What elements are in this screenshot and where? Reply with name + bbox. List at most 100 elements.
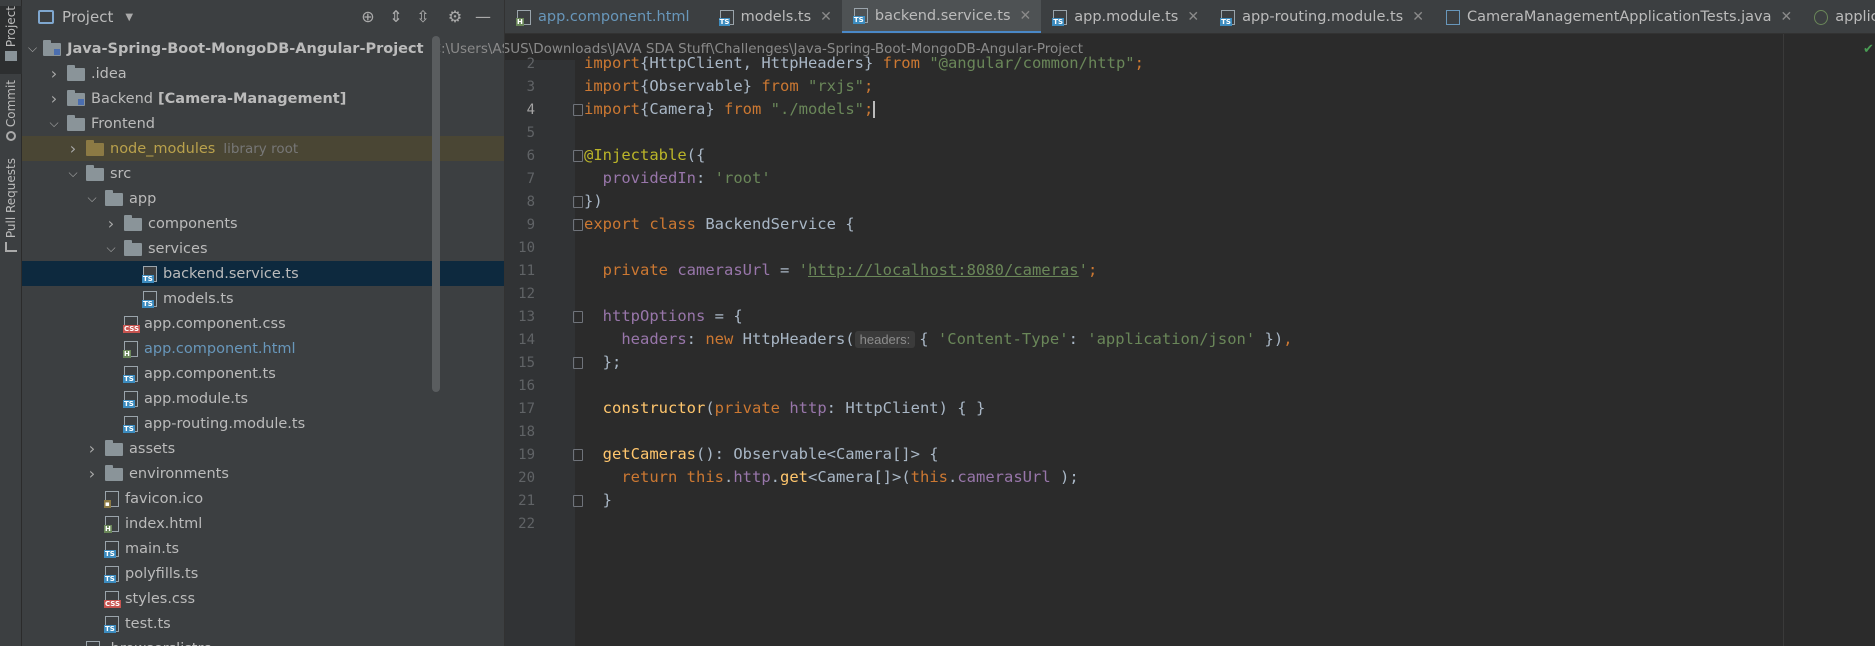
code-token: return this — [621, 468, 724, 486]
tree-item-label: src — [110, 165, 132, 182]
chevron-right-icon[interactable]: › — [47, 89, 61, 108]
fold-marker-icon[interactable] — [573, 150, 583, 162]
code-token: }; — [584, 353, 622, 371]
tree-item[interactable]: TS test.ts — [22, 611, 504, 636]
chevron-right-icon[interactable]: › — [85, 439, 99, 458]
fold-marker-icon[interactable] — [573, 449, 583, 461]
gear-icon[interactable]: ⚙ — [444, 6, 466, 28]
editor-tab-label: app-routing.module.ts — [1242, 9, 1404, 25]
ts-badge: TS — [104, 574, 116, 583]
code-token: . — [947, 468, 958, 486]
fold-marker-icon[interactable] — [573, 196, 583, 208]
chevron-right-icon[interactable]: › — [47, 64, 61, 83]
code-token: ({ — [686, 146, 706, 164]
code-token: ); — [1050, 468, 1079, 486]
pull-requests-tool-tab[interactable]: Pull Requests — [0, 158, 22, 253]
tree-item-label: Backend — [91, 90, 154, 107]
tree-item[interactable]: ▪ favicon.ico — [22, 486, 504, 511]
fold-marker-icon[interactable] — [573, 219, 583, 231]
close-icon[interactable]: ✕ — [1187, 9, 1199, 25]
editor-tab[interactable]: TS backend.service.ts ✕ — [841, 0, 1042, 33]
css-badge: CSS — [123, 324, 141, 333]
close-icon[interactable]: ✕ — [1412, 9, 1424, 25]
editor-scrollbar[interactable] — [1860, 34, 1875, 646]
chevron-down-icon[interactable]: ⌵ — [66, 166, 80, 181]
collapse-all-icon[interactable]: ⇳ — [412, 6, 434, 28]
tree-item[interactable]: .browserslistrc — [22, 636, 504, 646]
project-panel-header: Project ▼ ⊕ ⇕ ⇳ ⚙ — — [22, 0, 504, 34]
code-token: import — [584, 54, 640, 72]
project-panel-title[interactable]: Project — [62, 8, 113, 26]
tree-item[interactable]: TS polyfills.ts — [22, 561, 504, 586]
code-token: http — [733, 468, 771, 486]
fold-marker-icon[interactable] — [573, 104, 583, 116]
code-token: {Observable} — [640, 77, 762, 95]
chevron-right-icon[interactable]: › — [85, 464, 99, 483]
project-tool-tab[interactable]: Project — [0, 6, 22, 74]
pull-request-icon — [5, 242, 17, 253]
editor-tab[interactable]: TS app-routing.module.ts ✕ — [1209, 0, 1434, 33]
chevron-right-icon[interactable]: › — [66, 139, 80, 158]
chevron-down-icon[interactable]: ▼ — [125, 12, 133, 23]
tree-item-label: models.ts — [163, 290, 234, 307]
code-token: ; — [864, 100, 874, 118]
parameter-hint: headers: — [854, 331, 916, 348]
ts-badge: TS — [852, 16, 865, 24]
fold-marker-icon[interactable] — [573, 357, 583, 369]
html-file-icon: H — [123, 340, 138, 358]
tree-item-label: test.ts — [125, 615, 171, 632]
right-margin-guide — [1783, 34, 1784, 646]
fold-marker-icon[interactable] — [573, 495, 583, 507]
tree-item[interactable]: CSS styles.css — [22, 586, 504, 611]
text-caret — [873, 101, 876, 118]
line-number: 17 — [518, 401, 535, 417]
close-icon[interactable]: ✕ — [820, 9, 832, 25]
fold-marker-icon[interactable] — [573, 311, 583, 323]
inspection-ok-icon[interactable]: ✔ — [1863, 42, 1874, 57]
close-icon[interactable]: ✕ — [1020, 8, 1032, 24]
editor-tab[interactable]: Happ.component.html — [505, 0, 708, 33]
editor-tab[interactable]: CameraManagementApplicationTests.java ✕ — [1434, 0, 1802, 33]
chevron-down-icon[interactable]: ⌵ — [47, 116, 61, 131]
minimize-icon[interactable]: — — [472, 6, 494, 28]
ico-badge: ▪ — [104, 499, 111, 508]
line-number: 12 — [518, 286, 535, 302]
html-file-icon: H — [516, 9, 531, 26]
code-editor[interactable] — [575, 60, 1875, 646]
commit-tool-tab[interactable]: Commit — [0, 80, 22, 142]
tree-item[interactable]: TS app-routing.module.ts — [22, 411, 504, 436]
editor-tab[interactable]: application.pr — [1802, 0, 1875, 33]
project-tree-scrollbar[interactable] — [432, 36, 440, 392]
ts-file-icon: TS — [142, 290, 157, 308]
editor-tab-label: app.module.ts — [1074, 9, 1179, 25]
editor-tab[interactable]: TS models.ts ✕ — [708, 0, 842, 33]
chevron-down-icon[interactable]: ⌵ — [28, 41, 37, 56]
expand-all-icon[interactable]: ⇕ — [385, 6, 407, 28]
tree-item[interactable]: TS main.ts — [22, 536, 504, 561]
code-line: headers: new HttpHeaders(headers:{ 'Cont… — [584, 330, 1293, 348]
chevron-down-icon[interactable]: ⌵ — [85, 191, 99, 206]
tree-item[interactable]: Hindex.html — [22, 511, 504, 536]
editor-tab[interactable]: TS app.module.ts ✕ — [1041, 0, 1209, 33]
code-line: import{Camera} from "./models"; — [584, 100, 876, 118]
chevron-down-icon[interactable]: ⌵ — [104, 241, 118, 256]
tree-item[interactable]: › assets — [22, 436, 504, 461]
close-icon[interactable]: ✕ — [1781, 9, 1793, 25]
ts-file-icon: TS — [718, 9, 734, 26]
commit-tool-label: Commit — [4, 80, 18, 128]
locate-icon[interactable]: ⊕ — [357, 6, 379, 28]
ts-badge: TS — [142, 299, 154, 308]
editor-tab-label: CameraManagementApplicationTests.java — [1466, 9, 1772, 25]
code-token: ; — [1134, 54, 1144, 72]
code-token: new — [705, 330, 743, 348]
code-token: }) — [584, 192, 603, 210]
code-token: 'application/json' — [1087, 330, 1256, 348]
code-token: BackendService { — [705, 215, 855, 233]
chevron-right-icon[interactable]: › — [104, 214, 118, 233]
tree-item[interactable]: › environments — [22, 461, 504, 486]
line-number: 7 — [526, 171, 535, 187]
code-token: : — [1068, 330, 1088, 348]
folder-icon — [5, 51, 17, 62]
code-token: {Camera} — [640, 100, 724, 118]
